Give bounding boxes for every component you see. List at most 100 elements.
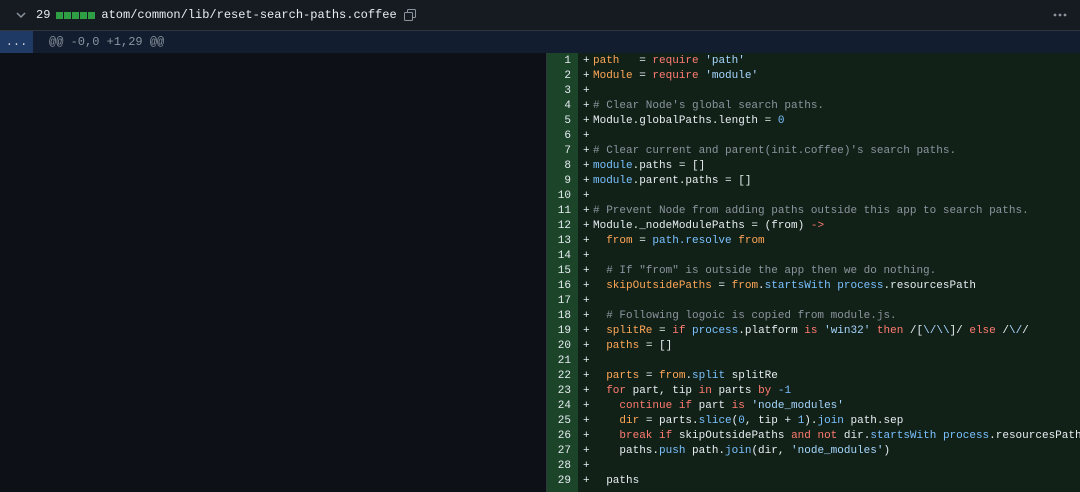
- code-token: process: [837, 280, 884, 292]
- addition-marker: +: [583, 100, 590, 112]
- code-token: path.: [685, 445, 726, 457]
- code-token: not: [817, 430, 838, 442]
- addition-marker: +: [583, 235, 590, 247]
- code-line: 9 + module.parent.paths = []: [547, 174, 1080, 189]
- addition-marker: +: [583, 190, 590, 202]
- code-line: 14 +: [547, 249, 1080, 264]
- line-number[interactable]: 7: [547, 144, 571, 159]
- line-number[interactable]: 6: [547, 129, 571, 144]
- addition-marker: +: [583, 220, 590, 232]
- line-number[interactable]: 28: [547, 459, 571, 474]
- line-number[interactable]: 22: [547, 369, 571, 384]
- code-token: =: [652, 325, 673, 337]
- code-line: 24 + continue if part is 'node_modules': [547, 399, 1080, 414]
- line-number[interactable]: 23: [547, 384, 571, 399]
- code-line: 19 + splitRe = if process.platform is 'wi…: [547, 324, 1080, 339]
- code-token: .platform: [738, 325, 805, 337]
- code-token: 0: [738, 415, 745, 427]
- addition-marker: +: [583, 400, 590, 412]
- code-token: paths.: [593, 445, 660, 457]
- line-number[interactable]: 1: [547, 54, 571, 69]
- code-text: module.parent.paths = []: [593, 174, 751, 189]
- code-token: by: [758, 385, 772, 397]
- code-line: 11 + # Prevent Node from adding paths outs…: [547, 204, 1080, 219]
- code-token: if: [678, 400, 693, 412]
- addition-marker: +: [583, 70, 590, 82]
- line-number[interactable]: 13: [547, 234, 571, 249]
- line-number[interactable]: 14: [547, 249, 571, 264]
- line-number[interactable]: 20: [547, 339, 571, 354]
- line-number[interactable]: 9: [547, 174, 571, 189]
- line-number[interactable]: 4: [547, 99, 571, 114]
- code-line: 3 +: [547, 84, 1080, 99]
- code-token: .resourcesPath: [883, 280, 976, 292]
- code-text: break if skipOutsidePaths and not dir.st…: [593, 429, 1080, 444]
- diffstat-blocks: [56, 11, 96, 19]
- addition-marker: +: [583, 430, 590, 442]
- code-line: 7 + # Clear current and parent(init.coffee…: [547, 144, 1080, 159]
- left-empty-pane: [0, 53, 547, 492]
- code-text: dir = parts.slice(0, tip + 1).join path.…: [593, 414, 903, 429]
- line-number[interactable]: 3: [547, 84, 571, 99]
- code-line: 18 + # Following logoic is copied from mo…: [547, 309, 1080, 324]
- line-number[interactable]: 26: [547, 429, 571, 444]
- code-text: Module.globalPaths.length = 0: [593, 114, 784, 129]
- code-token: .resourcesPath: [989, 430, 1080, 442]
- code-token: 'path': [705, 55, 745, 67]
- code-token: ]/: [949, 325, 970, 337]
- code-text: Module = require 'module': [593, 69, 758, 84]
- addition-marker: +: [583, 355, 590, 367]
- expand-hunk-button[interactable]: ...: [0, 31, 33, 53]
- code-text: # If "from" is outside the app then we d…: [593, 264, 936, 279]
- chevron-down-icon[interactable]: [14, 8, 28, 22]
- changes-count: 29: [36, 8, 51, 22]
- code-line: 16 + skipOutsidePaths = from.startsWith p…: [547, 279, 1080, 294]
- code-token: (dir,: [751, 445, 792, 457]
- line-number[interactable]: 12: [547, 219, 571, 234]
- line-number[interactable]: 5: [547, 114, 571, 129]
- code-line: 12 + Module._nodeModulePaths = (from) ->: [547, 219, 1080, 234]
- line-number[interactable]: 18: [547, 309, 571, 324]
- code-token: ).: [804, 415, 818, 427]
- line-number[interactable]: 2: [547, 69, 571, 84]
- hunk-header: @@ -0,0 +1,29 @@: [49, 35, 165, 49]
- line-number[interactable]: 10: [547, 189, 571, 204]
- line-number[interactable]: 16: [547, 279, 571, 294]
- line-number[interactable]: 8: [547, 159, 571, 174]
- line-number[interactable]: 15: [547, 264, 571, 279]
- line-number[interactable]: 27: [547, 444, 571, 459]
- code-token: path.resolve: [652, 235, 732, 247]
- line-number[interactable]: 24: [547, 399, 571, 414]
- code-token: skipOutsidePaths: [672, 430, 792, 442]
- line-number[interactable]: 17: [547, 294, 571, 309]
- addition-marker: +: [583, 325, 590, 337]
- addition-marker: +: [583, 475, 590, 487]
- code-token: split: [692, 370, 726, 382]
- code-token: -1: [777, 385, 792, 397]
- code-text: Module._nodeModulePaths = (from) ->: [593, 219, 824, 234]
- file-header: 29 atom/common/lib/reset-search-paths.co…: [0, 0, 1080, 31]
- code-token: = []: [639, 340, 673, 352]
- code-line: 22 + parts = from.split splitRe: [547, 369, 1080, 384]
- code-text: paths = []: [593, 339, 672, 354]
- code-token: then: [876, 325, 904, 337]
- line-number[interactable]: 29: [547, 474, 571, 489]
- addition-marker: +: [583, 115, 590, 127]
- addition-marker: +: [583, 175, 590, 187]
- code-token: \/\\: [923, 325, 950, 337]
- copy-icon[interactable]: [403, 8, 417, 22]
- line-number[interactable]: 25: [547, 414, 571, 429]
- code-text: # Prevent Node from adding paths outside…: [593, 204, 1029, 219]
- file-path[interactable]: atom/common/lib/reset-search-paths.coffe…: [101, 8, 396, 22]
- code-text: # Following logoic is copied from module…: [593, 309, 896, 324]
- more-options-icon[interactable]: [1052, 8, 1068, 22]
- code-token: /: [995, 325, 1009, 337]
- line-number[interactable]: 19: [547, 324, 571, 339]
- line-number[interactable]: 11: [547, 204, 571, 219]
- hunk-header-row: ... @@ -0,0 +1,29 @@: [0, 31, 1080, 53]
- line-number[interactable]: 21: [547, 354, 571, 369]
- code-token: Module.globalPaths.length =: [593, 115, 778, 127]
- code-text: # Clear Node's global search paths.: [593, 99, 824, 114]
- code-token: slice: [698, 415, 732, 427]
